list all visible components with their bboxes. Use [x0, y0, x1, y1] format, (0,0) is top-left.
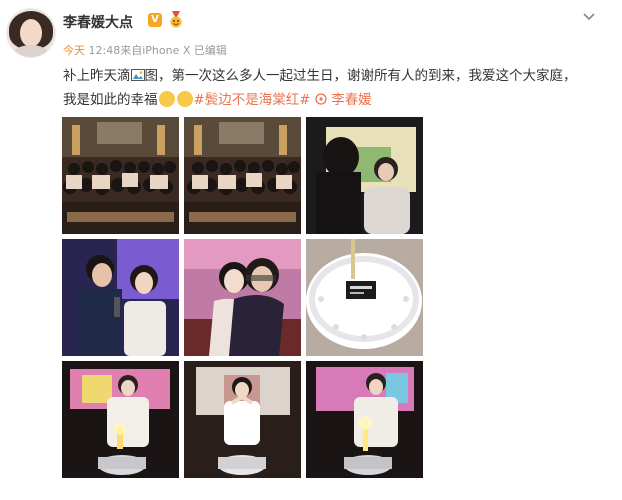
medal-icon — [170, 11, 182, 28]
username[interactable]: 李春媛大点 — [63, 12, 133, 32]
photo-thumbnail[interactable] — [62, 361, 179, 478]
photo-thumbnail[interactable] — [306, 361, 423, 478]
photo-thumbnail[interactable] — [184, 117, 301, 234]
photo-thumbnail[interactable] — [62, 239, 179, 356]
edited-label[interactable]: 已编辑 — [194, 44, 227, 57]
photo-thumbnail[interactable] — [306, 239, 423, 356]
post-source: 来自iPhone X — [120, 44, 191, 57]
avatar[interactable] — [6, 8, 56, 58]
photo-thumbnail[interactable] — [62, 117, 179, 234]
photo-grid — [62, 117, 423, 480]
post-text-part-1: 补上昨天滴 — [63, 68, 131, 84]
post-time[interactable]: 12:48 — [89, 44, 121, 57]
post-meta: 今天 12:48来自iPhone X 已编辑 — [63, 42, 227, 58]
smiling-face-icon — [158, 91, 175, 107]
mention-icon — [315, 93, 327, 105]
hashtag-link[interactable]: #鬓边不是海棠红# — [194, 92, 311, 108]
chevron-down-icon[interactable] — [582, 10, 596, 24]
smiling-face-icon — [176, 91, 193, 107]
photo-icon — [130, 69, 145, 81]
today-label: 今天 — [63, 44, 85, 57]
mention-link[interactable]: 李春媛 — [331, 92, 372, 108]
photo-thumbnail[interactable] — [184, 239, 301, 356]
photo-thumbnail[interactable] — [184, 361, 301, 478]
verified-badge-icon: V — [148, 13, 162, 27]
photo-thumbnail[interactable] — [306, 117, 423, 234]
post-text: 补上昨天滴 图，第一次这么多人一起过生日，谢谢所有人的到来，我爱这个大家庭，我是如… — [63, 64, 583, 112]
